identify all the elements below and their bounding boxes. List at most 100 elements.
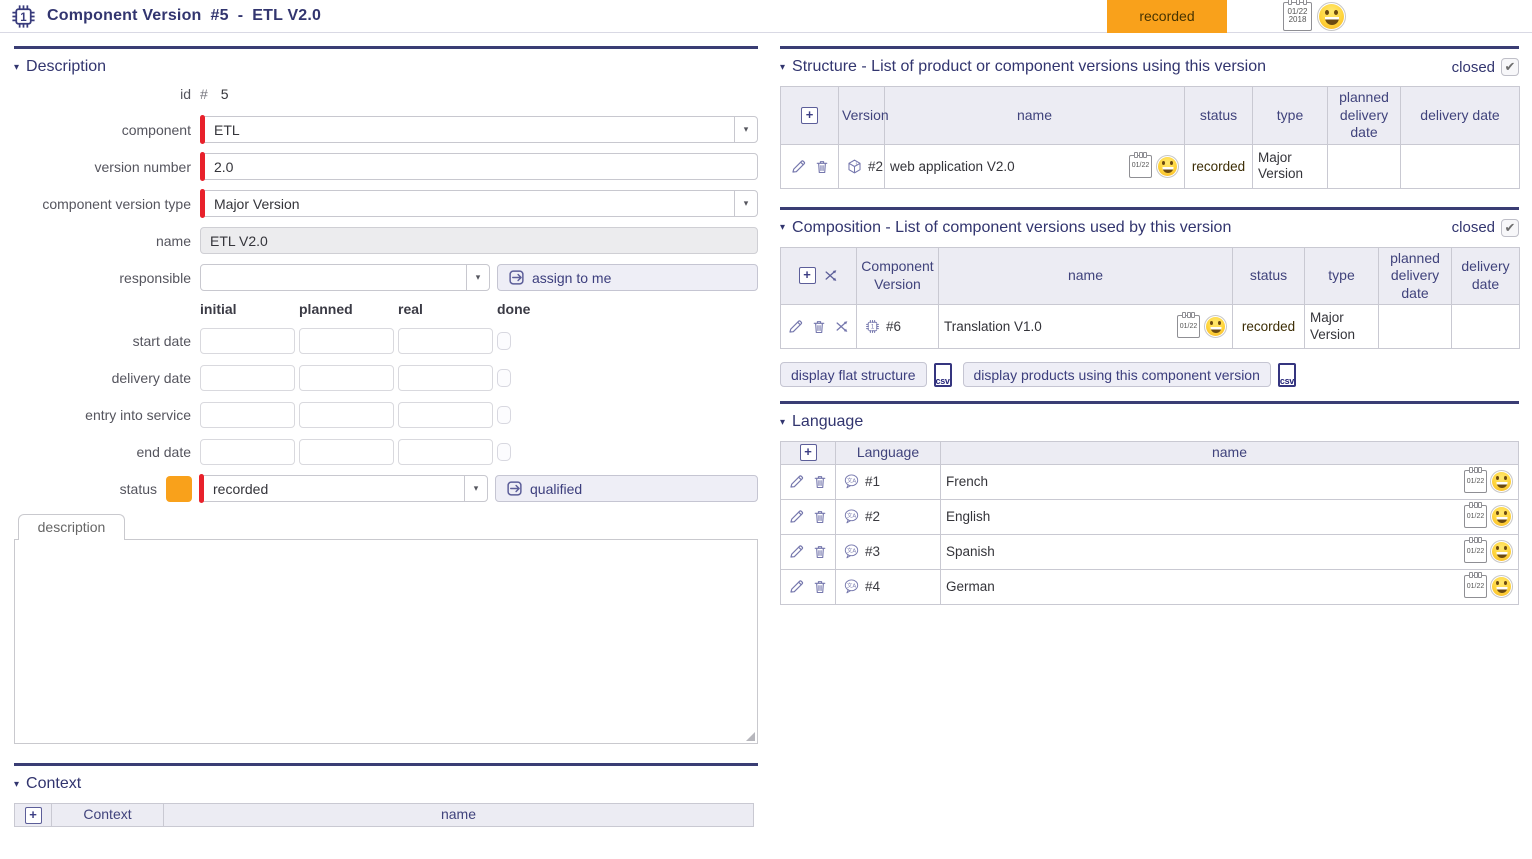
delete-icon[interactable]	[812, 473, 828, 490]
add-icon[interactable]: +	[799, 267, 816, 284]
table-row: 文A #4 German 01/22	[781, 569, 1519, 604]
calendar-icon: 01/22 2018	[1283, 2, 1312, 31]
shuffle-icon[interactable]	[823, 268, 839, 284]
name-label: name	[14, 233, 200, 249]
csv-icon[interactable]: csv	[1278, 363, 1296, 387]
add-icon[interactable]: +	[800, 444, 817, 461]
qualified-button[interactable]: qualified	[495, 475, 758, 502]
delivery-date-done-checkbox[interactable]	[497, 369, 511, 387]
end-date-real-input[interactable]	[398, 439, 493, 465]
section-divider	[780, 46, 1519, 49]
row-name[interactable]: Translation V1.0	[944, 319, 1042, 334]
field-row-name: name ETL V2.0	[14, 227, 758, 254]
display-products-button[interactable]: display products using this component ve…	[963, 362, 1271, 387]
row-name[interactable]: English	[946, 509, 990, 524]
shuffle-icon[interactable]	[834, 319, 850, 335]
start-date-done-checkbox[interactable]	[497, 332, 511, 350]
delivery-date-real-input[interactable]	[398, 365, 493, 391]
status-badge[interactable]: recorded	[1107, 0, 1227, 33]
edit-icon[interactable]	[787, 318, 804, 335]
edit-icon[interactable]	[788, 508, 805, 525]
version-number-input[interactable]: 2.0	[200, 153, 758, 180]
section-language-title: Language	[792, 413, 863, 431]
entry-into-service-initial-input[interactable]	[200, 402, 295, 428]
smiley-icon	[1490, 505, 1513, 528]
description-textarea[interactable]	[14, 539, 758, 744]
row-language-id[interactable]: #3	[865, 544, 880, 559]
resize-handle-icon[interactable]	[746, 732, 755, 741]
row-version-id[interactable]: #2	[868, 159, 883, 174]
delete-icon[interactable]	[811, 318, 827, 335]
structure-col-planned-delivery: planned delivery date	[1328, 87, 1401, 145]
tab-description[interactable]: description	[18, 514, 125, 540]
composition-closed-checkbox[interactable]: ✔	[1501, 219, 1519, 237]
section-language-header[interactable]: ▾ Language	[780, 413, 1519, 431]
end-date-done-checkbox[interactable]	[497, 443, 511, 461]
delete-icon[interactable]	[812, 508, 828, 525]
status-color-swatch[interactable]	[166, 476, 192, 502]
responsible-select[interactable]: ▾	[200, 264, 490, 291]
left-panel: ▾ Description id # 5 component ETL ▾ ver…	[14, 46, 758, 827]
assign-to-me-button[interactable]: assign to me	[497, 264, 758, 291]
row-status: recorded	[1185, 144, 1253, 188]
edit-icon[interactable]	[790, 158, 807, 175]
row-name[interactable]: web application V2.0	[890, 159, 1015, 174]
entry-into-service-real-input[interactable]	[398, 402, 493, 428]
edit-icon[interactable]	[788, 473, 805, 490]
dropdown-arrow-icon[interactable]: ▾	[466, 265, 489, 290]
start-date-planned-input[interactable]	[299, 328, 394, 354]
svg-text:1: 1	[20, 11, 27, 23]
date-grid: initial planned real done start date del…	[14, 301, 758, 465]
delete-icon[interactable]	[812, 543, 828, 560]
context-col-name: name	[164, 804, 754, 827]
section-context-header[interactable]: ▾ Context	[14, 775, 758, 793]
delivery-date-initial-input[interactable]	[200, 365, 295, 391]
start-date-initial-input[interactable]	[200, 328, 295, 354]
row-language-id[interactable]: #4	[865, 579, 880, 594]
end-date-initial-input[interactable]	[200, 439, 295, 465]
section-context-title: Context	[26, 775, 81, 793]
row-name[interactable]: French	[946, 474, 988, 489]
row-delivery	[1452, 305, 1520, 349]
svg-text:文A: 文A	[847, 581, 857, 589]
entry-into-service-planned-input[interactable]	[299, 402, 394, 428]
section-structure-title: Structure - List of product or component…	[792, 58, 1266, 76]
delivery-date-planned-input[interactable]	[299, 365, 394, 391]
page-title-separator: -	[238, 7, 244, 25]
end-date-planned-input[interactable]	[299, 439, 394, 465]
dropdown-arrow-icon[interactable]: ▾	[734, 117, 757, 142]
section-composition-header[interactable]: ▾ Composition - List of component versio…	[780, 219, 1519, 237]
entry-into-service-done-checkbox[interactable]	[497, 406, 511, 424]
edit-icon[interactable]	[788, 543, 805, 560]
delete-icon[interactable]	[814, 158, 830, 175]
delete-icon[interactable]	[812, 578, 828, 595]
display-flat-structure-button[interactable]: display flat structure	[780, 362, 927, 387]
row-name[interactable]: Spanish	[946, 544, 995, 559]
topbar-right: recorded 01/22 2018	[1107, 0, 1346, 33]
type-select[interactable]: Major Version ▾	[200, 190, 758, 217]
dropdown-arrow-icon[interactable]: ▾	[464, 476, 487, 501]
row-language-id[interactable]: #2	[865, 509, 880, 524]
row-language-id[interactable]: #1	[865, 474, 880, 489]
structure-col-version: Version	[839, 87, 885, 145]
section-description-header[interactable]: ▾ Description	[14, 58, 758, 76]
translate-icon: 文A	[843, 508, 860, 525]
smiley-icon	[1490, 470, 1513, 493]
page-title: Component Version #5 - ETL V2.0	[47, 7, 321, 25]
add-icon[interactable]: +	[801, 107, 818, 124]
add-icon[interactable]: +	[25, 807, 42, 824]
component-select[interactable]: ETL ▾	[200, 116, 758, 143]
structure-closed-label: closed	[1452, 59, 1495, 76]
caret-down-icon: ▾	[780, 62, 785, 73]
edit-icon[interactable]	[788, 578, 805, 595]
row-version-id[interactable]: #6	[886, 319, 901, 334]
structure-closed-checkbox[interactable]: ✔	[1501, 58, 1519, 76]
csv-icon[interactable]: csv	[934, 363, 952, 387]
start-date-real-input[interactable]	[398, 328, 493, 354]
section-structure-header[interactable]: ▾ Structure - List of product or compone…	[780, 58, 1519, 76]
cube-icon: 1	[846, 158, 863, 175]
row-name[interactable]: German	[946, 579, 995, 594]
calendar-icon: 01/22	[1464, 540, 1487, 563]
dropdown-arrow-icon[interactable]: ▾	[734, 191, 757, 216]
status-select[interactable]: recorded ▾	[199, 475, 488, 502]
